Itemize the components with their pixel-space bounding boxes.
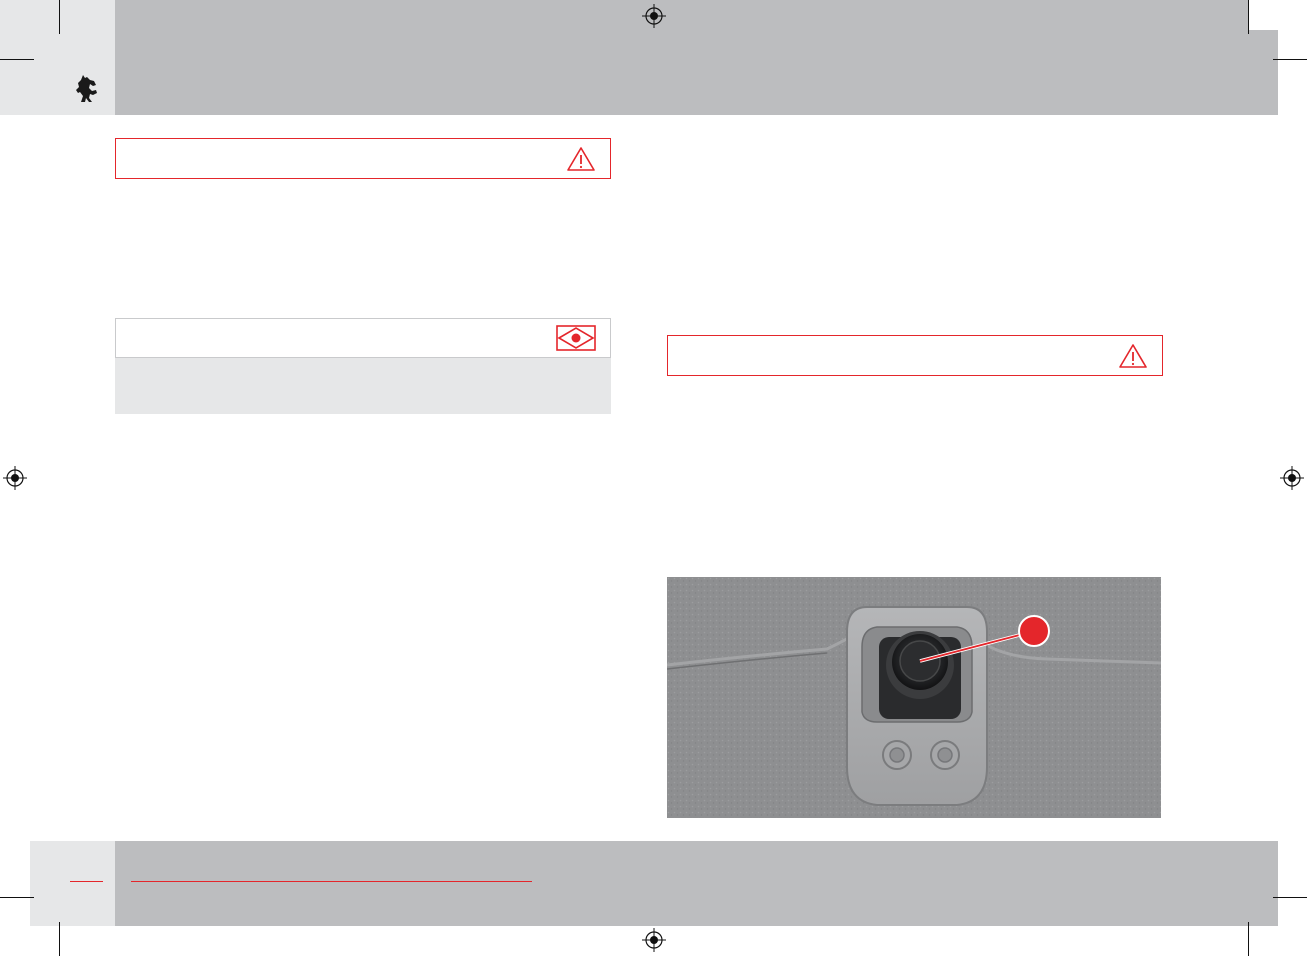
note-box-header [115,318,611,358]
registration-mark [642,4,666,28]
crop-mark [1248,922,1249,956]
footer-page-number-rule [70,881,103,882]
crop-mark [59,0,60,34]
crop-mark [0,59,34,60]
registration-mark [642,928,666,952]
warning-triangle-icon [1119,344,1147,368]
footer-band [115,841,1278,926]
footer-chapter-rule [131,881,532,882]
header-band [115,0,1278,115]
crop-mark [1273,897,1307,898]
warning-box-right [667,335,1163,376]
callout-marker [1018,615,1050,647]
eye-note-icon [556,325,596,351]
crop-mark [59,922,60,956]
figure-photo [667,577,1161,818]
registration-mark [1280,466,1304,490]
prancing-horse-logo [76,75,97,102]
crop-mark [1248,0,1249,34]
footer-tab [30,841,115,926]
registration-mark [3,466,27,490]
crop-mark [0,897,34,898]
figure-photo-drawing [667,577,1161,818]
warning-box-left [115,138,611,179]
header-tab-notch [1248,0,1307,30]
note-box-body [115,358,611,414]
crop-mark [1273,59,1307,60]
warning-triangle-icon [567,147,595,171]
